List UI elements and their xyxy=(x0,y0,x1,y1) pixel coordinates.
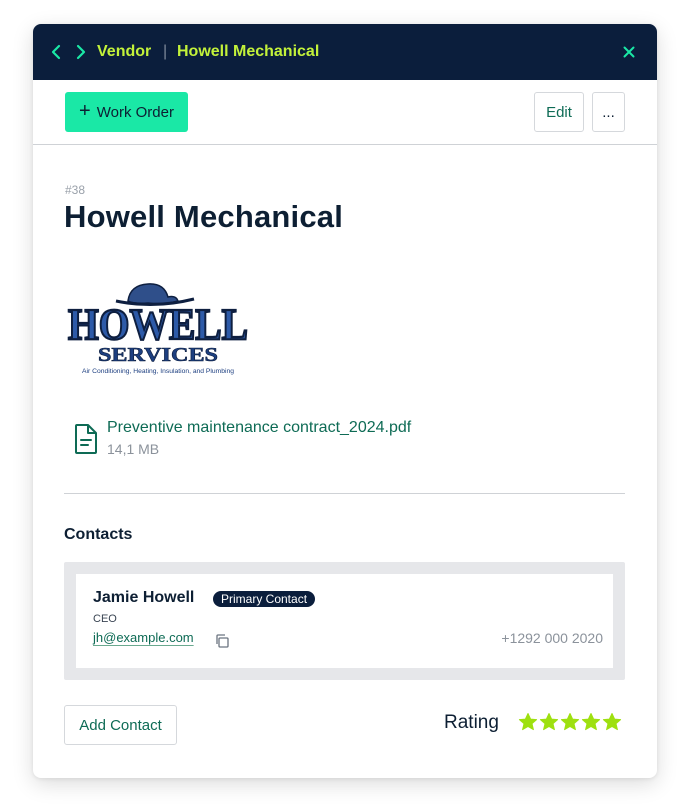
page-title: Howell Mechanical xyxy=(64,199,344,234)
contact-email-link[interactable]: jh@example.com xyxy=(93,630,194,645)
contacts-heading: Contacts xyxy=(64,526,133,543)
panel-header: Vendor | Howell Mechanical xyxy=(33,24,657,80)
logo-line1: HOWELL xyxy=(68,300,248,349)
attachment-link[interactable]: Preventive maintenance contract_2024.pdf… xyxy=(73,419,473,463)
contact-phone: +1292 000 2020 xyxy=(501,630,603,646)
toolbar: + Work Order Edit ... xyxy=(33,80,657,145)
attachment-name[interactable]: Preventive maintenance contract_2024.pdf xyxy=(107,419,411,437)
contact-role: CEO xyxy=(93,613,117,625)
chevron-left-icon[interactable] xyxy=(46,42,66,62)
attachment-size: 14,1 MB xyxy=(107,441,160,457)
close-icon[interactable] xyxy=(619,42,639,62)
add-work-order-button[interactable]: + Work Order xyxy=(65,92,188,132)
plus-icon: + xyxy=(79,100,91,122)
breadcrumb-current: Howell Mechanical xyxy=(177,43,320,60)
more-options-button[interactable]: ... xyxy=(592,92,625,132)
rating-stars[interactable] xyxy=(518,712,622,732)
rating-label: Rating xyxy=(444,712,499,733)
edit-button[interactable]: Edit xyxy=(534,92,584,132)
copy-icon[interactable] xyxy=(214,633,230,649)
logo-tagline: Air Conditioning, Heating, Insulation, a… xyxy=(82,368,234,375)
vendor-logo: HOWELL SERVICES Air Conditioning, Heatin… xyxy=(64,279,254,379)
breadcrumb-separator: | xyxy=(163,43,168,60)
breadcrumb-vendor[interactable]: Vendor xyxy=(97,41,151,63)
add-contact-button[interactable]: Add Contact xyxy=(64,705,177,745)
contacts-list: Jamie Howell Primary Contact CEO jh@exam… xyxy=(64,562,625,680)
file-icon xyxy=(75,424,97,454)
star-icon[interactable] xyxy=(560,712,580,732)
contact-name: Jamie Howell xyxy=(93,589,195,606)
vendor-id: #38 xyxy=(65,183,86,197)
work-order-label: Work Order xyxy=(96,103,174,121)
contact-card: Jamie Howell Primary Contact CEO jh@exam… xyxy=(76,574,613,668)
star-icon[interactable] xyxy=(518,712,538,732)
chevron-right-icon[interactable] xyxy=(71,42,91,62)
divider xyxy=(64,493,625,494)
star-icon[interactable] xyxy=(602,712,622,732)
star-icon[interactable] xyxy=(581,712,601,732)
logo-line2: SERVICES xyxy=(98,344,218,366)
star-icon[interactable] xyxy=(539,712,559,732)
vendor-panel: Vendor | Howell Mechanical + Work Order … xyxy=(33,24,657,778)
primary-contact-badge: Primary Contact xyxy=(213,591,316,607)
